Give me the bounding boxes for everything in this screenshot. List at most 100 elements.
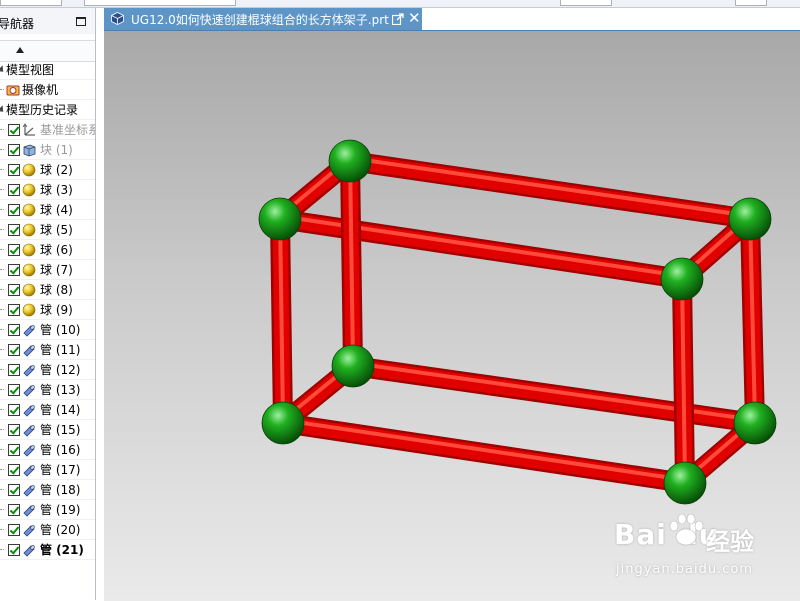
toolbar-field-1[interactable] <box>0 0 62 6</box>
tree-row-label: 球 (2) <box>40 163 73 177</box>
part-file-icon <box>111 12 124 25</box>
sphere[interactable] <box>328 139 372 183</box>
tree-row[interactable]: 球 (6) <box>0 240 95 260</box>
tree-row[interactable]: 球 (5) <box>0 220 95 240</box>
tree-connector <box>0 529 4 531</box>
sphere[interactable] <box>261 401 305 445</box>
checkbox[interactable] <box>8 344 20 356</box>
checkbox[interactable] <box>8 484 20 496</box>
tube-icon <box>22 443 36 457</box>
checkbox[interactable] <box>8 284 20 296</box>
tube-icon <box>22 463 36 477</box>
tube-icon <box>22 503 36 517</box>
tree-row[interactable]: 球 (9) <box>0 300 95 320</box>
tree-row[interactable]: 球 (4) <box>0 200 95 220</box>
tree-row[interactable]: 球 (3) <box>0 180 95 200</box>
navigator-column-header[interactable] <box>0 40 95 62</box>
tree-row-label: 管 (13) <box>40 383 81 397</box>
tree-connector <box>0 309 4 311</box>
tree-row-label: 管 (12) <box>40 363 81 377</box>
document-tab[interactable]: UG12.0如何快速创建棍球组合的长方体架子.prt ✕ <box>104 8 422 30</box>
sphere-icon <box>22 223 36 237</box>
tube-shade <box>348 153 752 227</box>
tree-row[interactable]: 基准坐标系 <box>0 120 95 140</box>
checkbox[interactable] <box>8 444 20 456</box>
sphere[interactable] <box>331 344 375 388</box>
checkbox[interactable] <box>8 544 20 556</box>
checkbox[interactable] <box>8 504 20 516</box>
checkbox[interactable] <box>8 124 20 136</box>
watermark-url: jingyan.baidu.com <box>616 562 753 577</box>
tree-connector <box>0 169 4 171</box>
tree-connector <box>0 269 4 271</box>
tree-row[interactable]: 模型历史记录 <box>0 100 95 120</box>
tree-row[interactable]: 管 (18) <box>0 480 95 500</box>
tree-row[interactable]: 管 (19) <box>0 500 95 520</box>
baidu-jingyan-watermark: Bai du 经验 jingyan.baidu.com <box>614 512 800 588</box>
tree-row[interactable]: 块 (1) <box>0 140 95 160</box>
tree-connector <box>0 549 4 551</box>
sphere-icon <box>22 243 36 257</box>
tree-row-label: 球 (6) <box>40 243 73 257</box>
tree-connector <box>0 89 4 91</box>
checkbox[interactable] <box>8 184 20 196</box>
checkbox[interactable] <box>8 264 20 276</box>
checkbox[interactable] <box>8 244 20 256</box>
checkbox[interactable] <box>8 164 20 176</box>
checkbox[interactable] <box>8 464 20 476</box>
tree-row[interactable]: 管 (13) <box>0 380 95 400</box>
pop-out-icon[interactable] <box>392 13 404 25</box>
tree-row[interactable]: 管 (17) <box>0 460 95 480</box>
toolbar-field-3[interactable] <box>560 0 612 6</box>
tree-row-label: 模型视图 <box>6 63 55 77</box>
checkbox[interactable] <box>8 384 20 396</box>
checkbox[interactable] <box>8 424 20 436</box>
toolbar-field-4[interactable] <box>735 0 767 6</box>
tree-row-label: 摄像机 <box>22 83 59 97</box>
tree-row[interactable]: 管 (10) <box>0 320 95 340</box>
sphere[interactable] <box>733 401 777 445</box>
tree-connector <box>0 229 4 231</box>
sphere[interactable] <box>258 197 302 241</box>
tree-connector <box>0 129 4 131</box>
tree-row[interactable]: 管 (15) <box>0 420 95 440</box>
tube-icon <box>22 363 36 377</box>
sphere[interactable] <box>663 461 707 505</box>
checkbox[interactable] <box>8 324 20 336</box>
tree-connector <box>0 369 4 371</box>
maximize-icon[interactable] <box>76 17 86 26</box>
checkbox[interactable] <box>8 224 20 236</box>
sort-up-icon[interactable] <box>16 47 24 53</box>
tree-row[interactable]: 管 (21) <box>0 540 95 560</box>
tree-row[interactable]: 管 (14) <box>0 400 95 420</box>
checkbox[interactable] <box>8 524 20 536</box>
tree-row[interactable]: 摄像机 <box>0 80 95 100</box>
checkbox[interactable] <box>8 204 20 216</box>
close-tab-icon[interactable]: ✕ <box>408 9 421 27</box>
tree-row-label: 基准坐标系 <box>40 123 96 137</box>
tree-row[interactable]: 管 (16) <box>0 440 95 460</box>
navigator-title: 导航器 <box>0 17 35 31</box>
tree-row[interactable]: 管 (20) <box>0 520 95 540</box>
toolbar-field-2[interactable] <box>84 0 236 6</box>
tree-row[interactable]: 球 (7) <box>0 260 95 280</box>
tree-row[interactable]: 管 (12) <box>0 360 95 380</box>
tree-row-label: 球 (5) <box>40 223 73 237</box>
checkbox[interactable] <box>8 404 20 416</box>
sphere[interactable] <box>660 257 704 301</box>
checkbox[interactable] <box>8 304 20 316</box>
tree-row[interactable]: 球 (8) <box>0 280 95 300</box>
tree-row-label: 管 (15) <box>40 423 81 437</box>
tree-row[interactable]: 模型视图 <box>0 60 95 80</box>
tree-row-label: 管 (21) <box>40 543 84 557</box>
tube-highlight <box>349 156 751 218</box>
sphere[interactable] <box>728 197 772 241</box>
tree-row[interactable]: 球 (2) <box>0 160 95 180</box>
block-icon <box>22 143 36 157</box>
tree-connector <box>0 289 4 291</box>
checkbox[interactable] <box>8 364 20 376</box>
tree-row-label: 管 (20) <box>40 523 81 537</box>
tree-row[interactable]: 管 (11) <box>0 340 95 360</box>
watermark-brand: 经验 <box>706 528 754 556</box>
checkbox[interactable] <box>8 144 20 156</box>
